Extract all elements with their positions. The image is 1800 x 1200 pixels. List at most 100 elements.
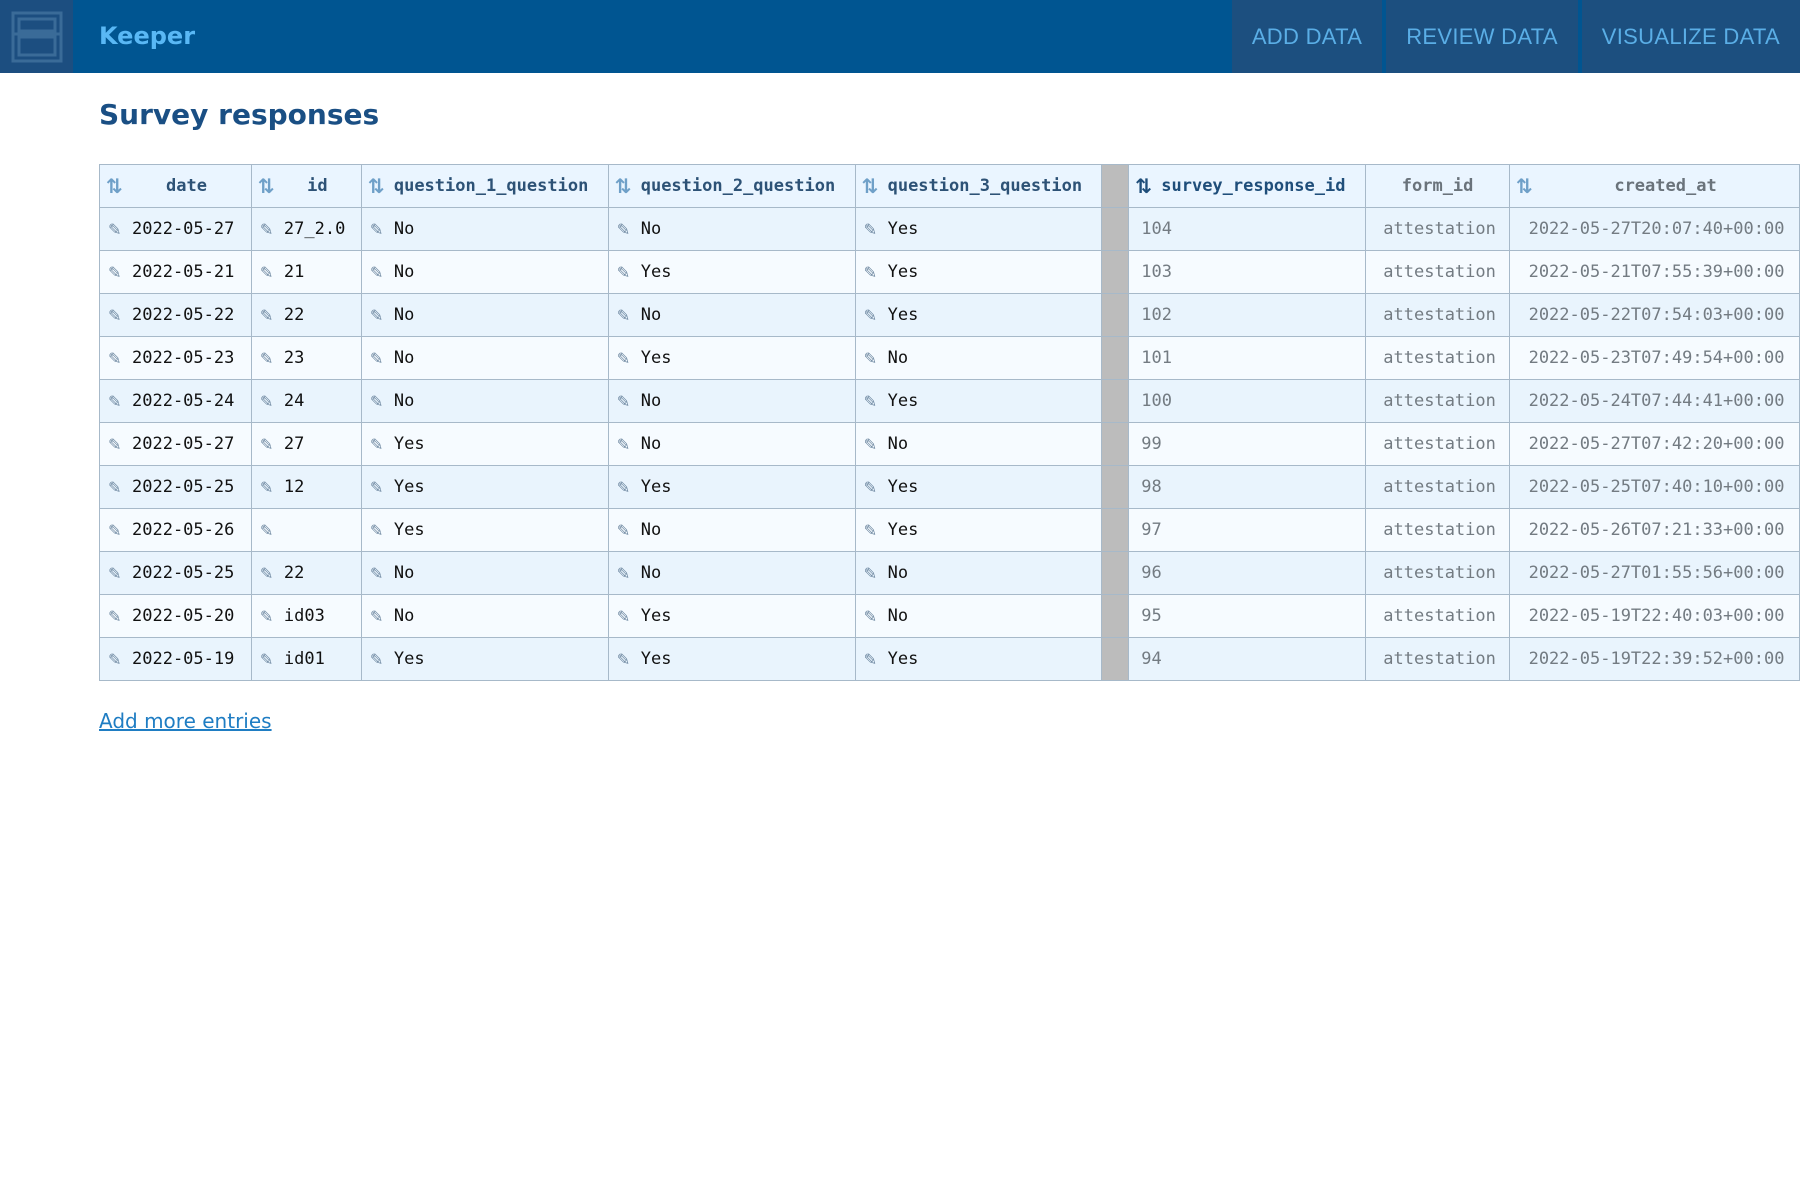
pencil-icon[interactable]: ✎ [260, 349, 276, 368]
pencil-icon[interactable]: ✎ [370, 435, 386, 454]
editable-cell-id[interactable]: ✎ id01 [250, 637, 362, 681]
editable-cell-id[interactable]: ✎ 22 [250, 293, 362, 337]
editable-cell-id[interactable]: ✎ [250, 508, 362, 552]
pencil-icon[interactable]: ✎ [108, 392, 124, 411]
pencil-icon[interactable]: ✎ [108, 564, 124, 583]
editable-cell-id[interactable]: ✎ 27_2.0 [250, 207, 362, 251]
sort-icon[interactable]: ⇅ [615, 174, 637, 198]
pencil-icon[interactable]: ✎ [617, 564, 633, 583]
pencil-icon[interactable]: ✎ [260, 607, 276, 626]
editable-cell-q3[interactable]: ✎ Yes [854, 379, 1103, 423]
pencil-icon[interactable]: ✎ [260, 521, 276, 540]
editable-cell-q3[interactable]: ✎ No [854, 422, 1103, 466]
pencil-icon[interactable]: ✎ [108, 220, 124, 239]
pencil-icon[interactable]: ✎ [864, 306, 880, 325]
column-header-created-at[interactable]: ⇅ created_at [1509, 164, 1800, 208]
pencil-icon[interactable]: ✎ [370, 521, 386, 540]
editable-cell-id[interactable]: ✎ 12 [250, 465, 362, 509]
editable-cell-q3[interactable]: ✎ No [854, 551, 1103, 595]
pencil-icon[interactable]: ✎ [617, 435, 633, 454]
pencil-icon[interactable]: ✎ [370, 607, 386, 626]
editable-cell-date[interactable]: ✎ 2022-05-26 [99, 508, 252, 552]
editable-cell-q2[interactable]: ✎ No [607, 551, 856, 595]
column-header-survey-response-id[interactable]: ⇅ survey_response_id [1128, 164, 1367, 208]
editable-cell-id[interactable]: ✎ 23 [250, 336, 362, 380]
pencil-icon[interactable]: ✎ [370, 349, 386, 368]
pencil-icon[interactable]: ✎ [370, 478, 386, 497]
pencil-icon[interactable]: ✎ [864, 392, 880, 411]
column-header-id[interactable]: ⇅ id [250, 164, 362, 208]
editable-cell-date[interactable]: ✎ 2022-05-27 [99, 207, 252, 251]
editable-cell-date[interactable]: ✎ 2022-05-22 [99, 293, 252, 337]
editable-cell-q2[interactable]: ✎ No [607, 508, 856, 552]
editable-cell-id[interactable]: ✎ 22 [250, 551, 362, 595]
pencil-icon[interactable]: ✎ [617, 220, 633, 239]
pencil-icon[interactable]: ✎ [864, 349, 880, 368]
editable-cell-q1[interactable]: ✎ No [360, 293, 609, 337]
editable-cell-date[interactable]: ✎ 2022-05-25 [99, 551, 252, 595]
pencil-icon[interactable]: ✎ [108, 349, 124, 368]
pencil-icon[interactable]: ✎ [108, 607, 124, 626]
editable-cell-id[interactable]: ✎ id03 [250, 594, 362, 638]
pencil-icon[interactable]: ✎ [617, 478, 633, 497]
sort-icon[interactable]: ⇅ [368, 174, 390, 198]
sort-icon[interactable]: ⇅ [106, 174, 128, 198]
editable-cell-q2[interactable]: ✎ Yes [607, 465, 856, 509]
sort-icon[interactable]: ⇅ [258, 174, 280, 198]
pencil-icon[interactable]: ✎ [617, 392, 633, 411]
sort-icon[interactable]: ⇅ [862, 174, 884, 198]
pencil-icon[interactable]: ✎ [108, 435, 124, 454]
nav-review-data[interactable]: REVIEW DATA [1386, 0, 1578, 73]
pencil-icon[interactable]: ✎ [260, 263, 276, 282]
editable-cell-q3[interactable]: ✎ No [854, 594, 1103, 638]
pencil-icon[interactable]: ✎ [260, 564, 276, 583]
pencil-icon[interactable]: ✎ [260, 650, 276, 669]
pencil-icon[interactable]: ✎ [864, 564, 880, 583]
sort-descending-icon[interactable]: ⇅ [1135, 174, 1157, 198]
editable-cell-q3[interactable]: ✎ No [854, 336, 1103, 380]
editable-cell-q1[interactable]: ✎ Yes [360, 422, 609, 466]
app-brand[interactable]: Keeper [73, 0, 1228, 73]
pencil-icon[interactable]: ✎ [864, 650, 880, 669]
editable-cell-q2[interactable]: ✎ Yes [607, 250, 856, 294]
pencil-icon[interactable]: ✎ [108, 521, 124, 540]
editable-cell-q1[interactable]: ✎ No [360, 551, 609, 595]
editable-cell-q3[interactable]: ✎ Yes [854, 250, 1103, 294]
editable-cell-date[interactable]: ✎ 2022-05-19 [99, 637, 252, 681]
pencil-icon[interactable]: ✎ [864, 220, 880, 239]
editable-cell-date[interactable]: ✎ 2022-05-24 [99, 379, 252, 423]
editable-cell-q1[interactable]: ✎ Yes [360, 508, 609, 552]
editable-cell-q2[interactable]: ✎ No [607, 379, 856, 423]
editable-cell-q2[interactable]: ✎ Yes [607, 594, 856, 638]
editable-cell-date[interactable]: ✎ 2022-05-21 [99, 250, 252, 294]
editable-cell-q1[interactable]: ✎ No [360, 379, 609, 423]
pencil-icon[interactable]: ✎ [260, 306, 276, 325]
nav-visualize-data[interactable]: VISUALIZE DATA [1581, 0, 1800, 73]
pencil-icon[interactable]: ✎ [864, 521, 880, 540]
editable-cell-q2[interactable]: ✎ No [607, 207, 856, 251]
pencil-icon[interactable]: ✎ [864, 263, 880, 282]
pencil-icon[interactable]: ✎ [370, 306, 386, 325]
pencil-icon[interactable]: ✎ [617, 306, 633, 325]
pencil-icon[interactable]: ✎ [617, 650, 633, 669]
pencil-icon[interactable]: ✎ [617, 521, 633, 540]
pencil-icon[interactable]: ✎ [864, 435, 880, 454]
pencil-icon[interactable]: ✎ [108, 478, 124, 497]
pencil-icon[interactable]: ✎ [370, 220, 386, 239]
editable-cell-q1[interactable]: ✎ Yes [360, 637, 609, 681]
editable-cell-id[interactable]: ✎ 27 [250, 422, 362, 466]
editable-cell-id[interactable]: ✎ 21 [250, 250, 362, 294]
editable-cell-q3[interactable]: ✎ Yes [854, 207, 1103, 251]
pencil-icon[interactable]: ✎ [260, 478, 276, 497]
pencil-icon[interactable]: ✎ [260, 220, 276, 239]
editable-cell-q3[interactable]: ✎ Yes [854, 508, 1103, 552]
editable-cell-q3[interactable]: ✎ Yes [854, 637, 1103, 681]
editable-cell-date[interactable]: ✎ 2022-05-27 [99, 422, 252, 466]
editable-cell-q1[interactable]: ✎ No [360, 594, 609, 638]
pencil-icon[interactable]: ✎ [370, 650, 386, 669]
pencil-icon[interactable]: ✎ [864, 478, 880, 497]
column-header-date[interactable]: ⇅ date [99, 164, 252, 208]
editable-cell-q1[interactable]: ✎ No [360, 250, 609, 294]
editable-cell-date[interactable]: ✎ 2022-05-20 [99, 594, 252, 638]
editable-cell-q2[interactable]: ✎ Yes [607, 637, 856, 681]
